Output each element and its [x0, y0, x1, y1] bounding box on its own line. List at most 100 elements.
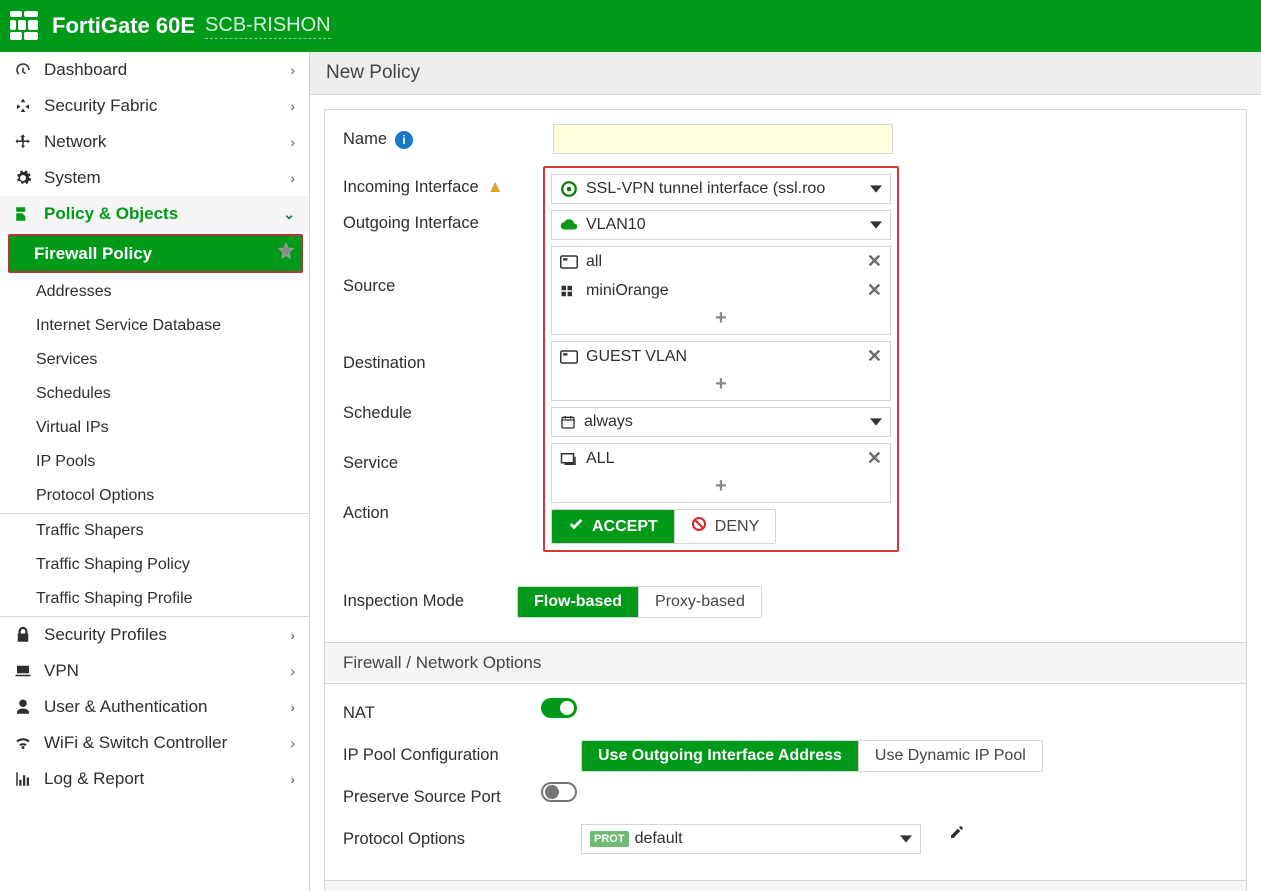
- remove-icon[interactable]: ✕: [867, 346, 882, 367]
- favorite-star-icon[interactable]: [277, 242, 295, 265]
- move-icon: [14, 133, 32, 151]
- gauge-icon: [14, 61, 32, 79]
- deny-button[interactable]: DENY: [674, 510, 775, 543]
- sidebar-item-label: Protocol Options: [36, 487, 154, 505]
- sidebar-item-label: Addresses: [36, 283, 112, 301]
- field-label: Protocol Options: [343, 830, 465, 849]
- sidebar-item-vpn[interactable]: VPN ›: [0, 653, 309, 689]
- source-multiselect[interactable]: all ✕ miniOrange ✕ +: [551, 246, 891, 335]
- remove-icon[interactable]: ✕: [867, 448, 882, 469]
- proxy-based-button[interactable]: Proxy-based: [638, 587, 761, 617]
- sidebar-item-isdb[interactable]: Internet Service Database: [0, 309, 309, 343]
- warning-icon: ▲: [487, 177, 504, 197]
- outgoing-address-button[interactable]: Use Outgoing Interface Address: [582, 741, 858, 771]
- sidebar-item-dashboard[interactable]: Dashboard ›: [0, 52, 309, 88]
- gear-icon: [14, 169, 32, 187]
- sidebar-item-user-auth[interactable]: User & Authentication ›: [0, 689, 309, 725]
- sidebar-item-log-report[interactable]: Log & Report ›: [0, 761, 309, 797]
- button-label: Proxy-based: [655, 593, 745, 611]
- chevron-right-icon: ›: [290, 62, 295, 78]
- sidebar-item-label: Policy & Objects: [44, 204, 178, 224]
- protocol-options-select[interactable]: PROT default: [581, 824, 921, 854]
- sidebar-item-label: VPN: [44, 661, 79, 681]
- sidebar-item-label: System: [44, 168, 101, 188]
- add-service-button[interactable]: +: [552, 473, 890, 502]
- row-name: Name i: [343, 124, 1228, 160]
- prot-badge: PROT: [590, 831, 629, 847]
- remove-icon[interactable]: ✕: [867, 280, 882, 301]
- row-protocol-options: Protocol Options PROT default: [343, 824, 1228, 860]
- sidebar-item-traffic-shapers[interactable]: Traffic Shapers: [0, 514, 309, 548]
- check-icon: [568, 516, 584, 537]
- sidebar-item-firewall-policy[interactable]: Firewall Policy: [8, 234, 303, 273]
- address-icon: [560, 350, 578, 364]
- sidebar-item-label: Internet Service Database: [36, 317, 221, 335]
- field-label: Destination: [343, 354, 426, 373]
- flow-based-button[interactable]: Flow-based: [518, 587, 638, 617]
- sidebar-item-label: Dashboard: [44, 60, 127, 80]
- outgoing-interface-select[interactable]: VLAN10: [551, 210, 891, 240]
- chevron-right-icon: ›: [290, 771, 295, 787]
- top-bar: FortiGate 60E SCB-RISHON: [0, 0, 1261, 52]
- service-chip: ALL ✕: [552, 444, 890, 473]
- sidebar-item-label: Traffic Shaping Policy: [36, 556, 190, 574]
- sidebar-item-services[interactable]: Services: [0, 343, 309, 377]
- sidebar-item-label: Log & Report: [44, 769, 144, 789]
- sidebar-item-traffic-shaping-profile[interactable]: Traffic Shaping Profile: [0, 582, 309, 616]
- sidebar-item-label: Network: [44, 132, 106, 152]
- service-multiselect[interactable]: ALL ✕ +: [551, 443, 891, 503]
- ip-pool-toggle: Use Outgoing Interface Address Use Dynam…: [581, 740, 1043, 772]
- select-value: SSL-VPN tunnel interface (ssl.roo: [586, 180, 825, 198]
- action-toggle: ACCEPT DENY: [551, 509, 776, 544]
- name-input[interactable]: [553, 124, 893, 154]
- field-label: Name: [343, 130, 387, 149]
- add-source-button[interactable]: +: [552, 305, 890, 334]
- sidebar-item-traffic-shaping-policy[interactable]: Traffic Shaping Policy: [0, 548, 309, 582]
- source-chip: miniOrange ✕: [552, 276, 890, 305]
- destination-multiselect[interactable]: GUEST VLAN ✕ +: [551, 341, 891, 401]
- field-label: Outgoing Interface: [343, 214, 479, 233]
- sidebar-item-virtual-ips[interactable]: Virtual IPs: [0, 411, 309, 445]
- chip-label: ALL: [586, 450, 614, 468]
- sidebar-item-label: Traffic Shapers: [36, 522, 144, 540]
- sidebar-item-protocol-options[interactable]: Protocol Options: [0, 479, 309, 513]
- select-value: VLAN10: [586, 216, 646, 234]
- add-destination-button[interactable]: +: [552, 371, 890, 400]
- sidebar-item-wifi-switch[interactable]: WiFi & Switch Controller ›: [0, 725, 309, 761]
- info-icon[interactable]: i: [395, 131, 413, 149]
- sidebar-item-network[interactable]: Network ›: [0, 124, 309, 160]
- nat-toggle[interactable]: [541, 698, 577, 718]
- fortinet-logo-icon: [8, 9, 42, 43]
- sidebar-item-security-profiles[interactable]: Security Profiles ›: [0, 617, 309, 653]
- sidebar-item-policy-objects[interactable]: Policy & Objects ⌄: [0, 196, 309, 232]
- chevron-right-icon: ›: [290, 170, 295, 186]
- field-label: Action: [343, 504, 389, 523]
- field-label: Source: [343, 277, 395, 296]
- sidebar-item-system[interactable]: System ›: [0, 160, 309, 196]
- chevron-down-icon: ⌄: [283, 206, 295, 223]
- section-title-security: Security Profiles: [325, 880, 1246, 891]
- chip-label: all: [586, 253, 602, 271]
- sidebar-item-security-fabric[interactable]: Security Fabric ›: [0, 88, 309, 124]
- hostname[interactable]: SCB-RISHON: [205, 14, 331, 39]
- edit-pencil-icon[interactable]: [949, 824, 965, 845]
- chevron-right-icon: ›: [290, 627, 295, 643]
- sidebar-item-addresses[interactable]: Addresses: [0, 275, 309, 309]
- incoming-interface-select[interactable]: SSL-VPN tunnel interface (ssl.roo: [551, 174, 891, 204]
- button-label: Use Outgoing Interface Address: [598, 747, 842, 765]
- accept-button[interactable]: ACCEPT: [552, 510, 674, 543]
- sidebar-item-ip-pools[interactable]: IP Pools: [0, 445, 309, 479]
- schedule-select[interactable]: always: [551, 407, 891, 437]
- cloud-icon: [560, 216, 578, 234]
- caret-down-icon: [870, 219, 882, 231]
- section-title-firewall: Firewall / Network Options: [325, 642, 1246, 684]
- remove-icon[interactable]: ✕: [867, 251, 882, 272]
- sidebar-item-schedules[interactable]: Schedules: [0, 377, 309, 411]
- policy-match-highlight: SSL-VPN tunnel interface (ssl.roo VLAN10: [543, 166, 899, 552]
- dynamic-ip-pool-button[interactable]: Use Dynamic IP Pool: [858, 741, 1042, 771]
- bar-chart-icon: [14, 770, 32, 788]
- sidebar-item-label: User & Authentication: [44, 697, 207, 717]
- preserve-source-toggle[interactable]: [541, 782, 577, 802]
- sidebar: Dashboard › Security Fabric › Network › …: [0, 52, 310, 891]
- group-icon: [560, 284, 578, 298]
